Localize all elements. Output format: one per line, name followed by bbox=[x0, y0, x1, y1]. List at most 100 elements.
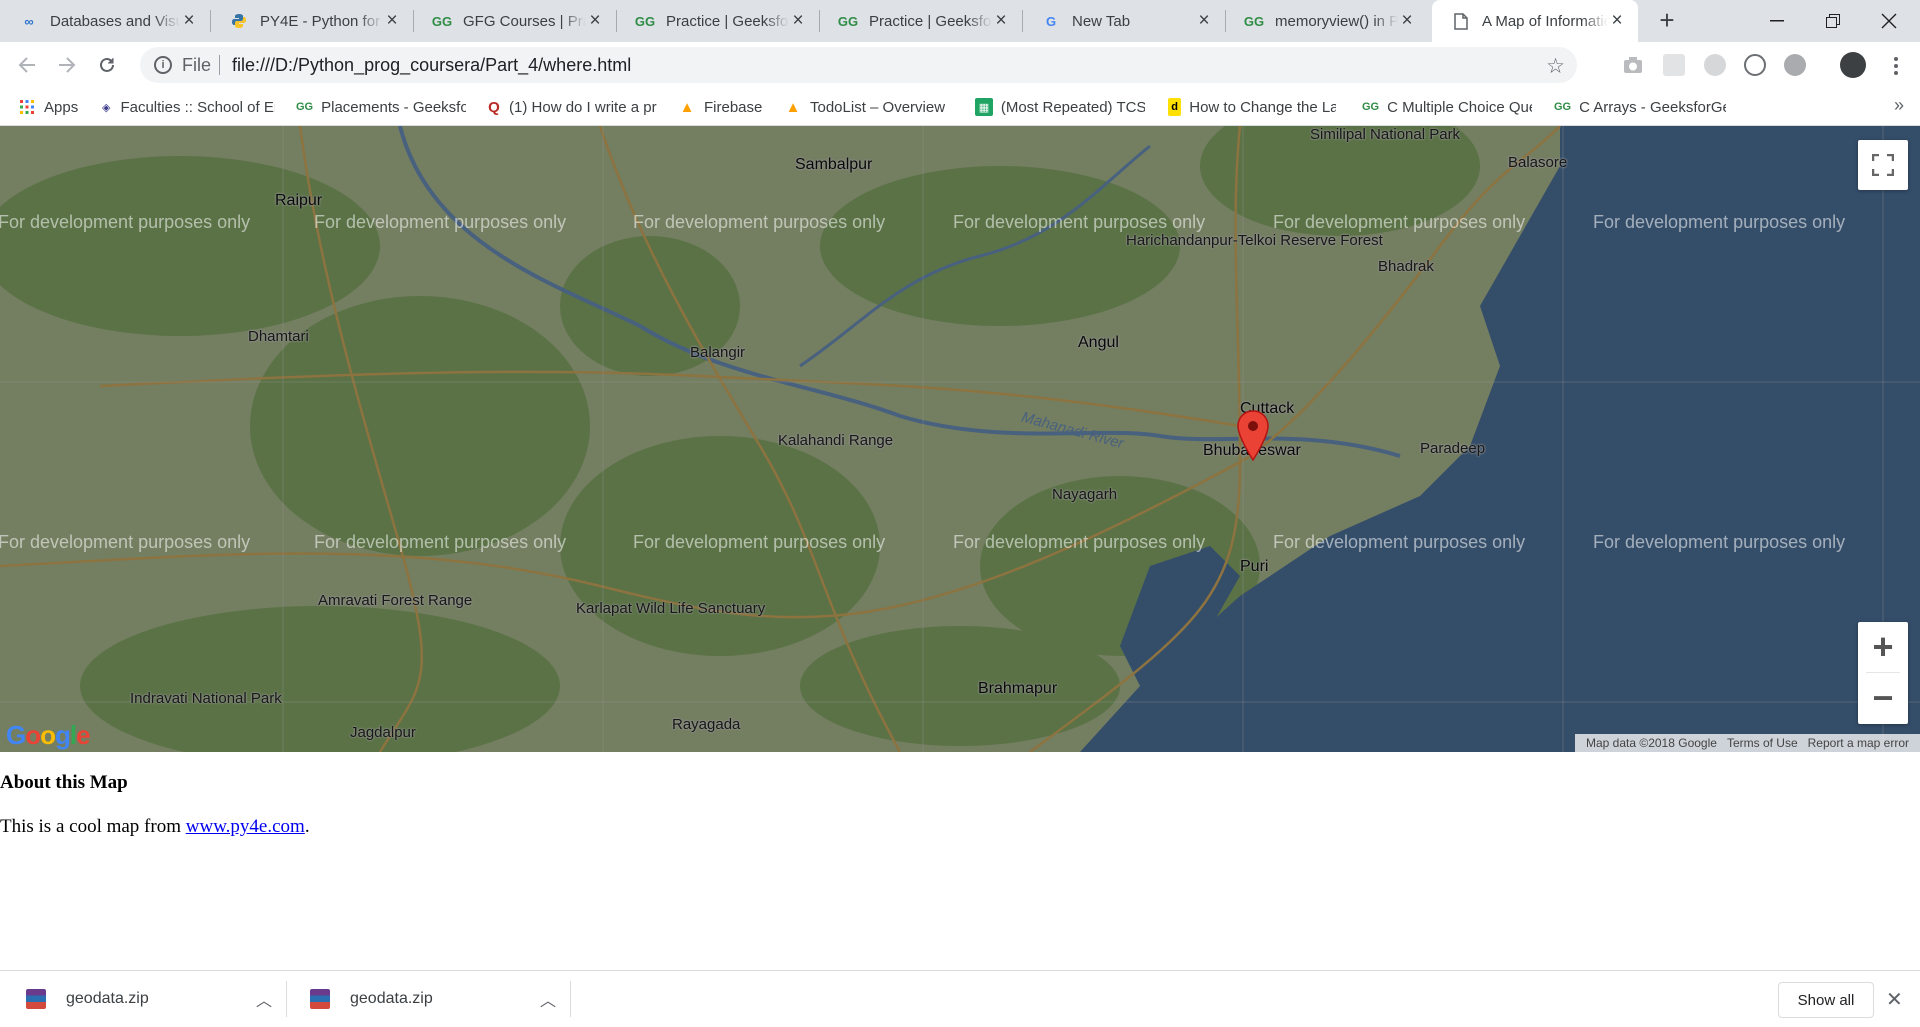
zoom-in-button[interactable]: + bbox=[1858, 622, 1908, 672]
url-text[interactable]: file:///D:/Python_prog_coursera/Part_4/w… bbox=[232, 55, 631, 76]
info-icon[interactable]: i bbox=[154, 56, 172, 74]
scheme-label: File bbox=[182, 54, 212, 75]
report-map-error-link[interactable]: Report a map error bbox=[1808, 736, 1909, 750]
close-icon[interactable]: × bbox=[992, 11, 1010, 30]
bookmark-tcs[interactable]: ▦ (Most Repeated) TCS bbox=[975, 96, 1145, 118]
download-item[interactable]: geodata.zip ︿ bbox=[310, 971, 556, 1027]
extension-icon[interactable] bbox=[1663, 54, 1685, 76]
tab-strip: ∞ Databases and Visualization × PY4E - P… bbox=[0, 0, 1920, 42]
tab-label: Databases and Visualization bbox=[50, 12, 180, 30]
close-icon[interactable]: × bbox=[383, 11, 401, 30]
bookmark-faculties[interactable]: ◈ Faculties :: School of Engineering bbox=[100, 96, 275, 118]
zoom-out-button[interactable]: − bbox=[1858, 673, 1908, 723]
google-logo[interactable]: Google bbox=[6, 720, 91, 751]
camera-extension-icon[interactable] bbox=[1622, 54, 1644, 76]
toolbar: i File file:///D:/Python_prog_coursera/P… bbox=[0, 42, 1920, 88]
bookmark-c-arrays[interactable]: GG C Arrays - GeeksforGeeks bbox=[1554, 96, 1726, 118]
back-button[interactable] bbox=[12, 50, 42, 80]
chevron-double-right-icon[interactable]: » bbox=[1894, 95, 1904, 116]
quora-icon: Q bbox=[488, 98, 500, 116]
bookmark-label: C Multiple Choice Questions bbox=[1387, 98, 1532, 116]
dev-watermark: For development purposes only bbox=[953, 212, 1206, 232]
chevron-up-icon[interactable]: ︿ bbox=[256, 987, 272, 1011]
menu-icon[interactable] bbox=[1886, 52, 1906, 80]
bookmark-label: C Arrays - GeeksforGeeks bbox=[1579, 98, 1726, 116]
show-all-button[interactable]: Show all bbox=[1778, 982, 1874, 1018]
download-filename: geodata.zip bbox=[350, 990, 433, 1007]
close-icon[interactable]: ✕ bbox=[1886, 987, 1903, 1012]
dev-watermark: For development purposes only bbox=[1273, 212, 1526, 232]
tab-label: New Tab bbox=[1072, 12, 1131, 30]
bookmark-star-icon[interactable]: ☆ bbox=[1546, 54, 1565, 79]
bookmark-label: Placements - GeeksforGeeks bbox=[321, 98, 466, 116]
about-text: This is a cool map from www.py4e.com. bbox=[0, 816, 310, 837]
restore-button[interactable] bbox=[1810, 0, 1856, 42]
firebase-icon: ▲ bbox=[679, 98, 695, 116]
tab-label: Practice | GeeksforGeeks bbox=[869, 12, 992, 30]
arrow-left-icon bbox=[18, 57, 35, 73]
forward-button[interactable] bbox=[52, 50, 82, 80]
apps-grid-icon bbox=[18, 98, 36, 116]
school-icon: ◈ bbox=[101, 101, 111, 114]
tab-label: Practice | GeeksforGeeks bbox=[666, 12, 789, 30]
close-icon[interactable]: × bbox=[586, 11, 604, 30]
bookmark-label: (Most Repeated) TCS bbox=[1000, 98, 1145, 116]
download-shelf: geodata.zip ︿ geodata.zip ︿ Show all ✕ bbox=[0, 970, 1920, 1026]
gfg-icon: GG bbox=[634, 13, 656, 29]
extension-icon[interactable] bbox=[1744, 54, 1766, 76]
bookmark-label: Faculties :: School of Engineering bbox=[120, 98, 275, 116]
gfg-icon: GG bbox=[1362, 101, 1380, 113]
reload-icon bbox=[100, 57, 114, 72]
zoom-control: + − bbox=[1858, 622, 1908, 724]
bookmark-label: How to Change the Language bbox=[1189, 98, 1336, 116]
bookmark-c-mcq[interactable]: GG C Multiple Choice Questions bbox=[1362, 96, 1532, 118]
address-bar[interactable]: i File file:///D:/Python_prog_coursera/P… bbox=[140, 47, 1577, 83]
dev-watermark: For development purposes only bbox=[0, 532, 251, 552]
avatar[interactable] bbox=[1840, 52, 1866, 78]
tab-label: A Map of Information bbox=[1482, 12, 1608, 30]
bookmark-apps[interactable]: Apps bbox=[18, 96, 78, 118]
map-marker-icon[interactable] bbox=[1236, 410, 1270, 464]
gfg-icon: GG bbox=[1554, 101, 1572, 113]
close-icon[interactable]: × bbox=[1195, 11, 1213, 30]
tab-new-tab[interactable]: G New Tab × bbox=[1022, 0, 1225, 42]
bookmark-quora[interactable]: Q (1) How do I write a program bbox=[487, 96, 657, 118]
download-item[interactable]: geodata.zip ︿ bbox=[26, 971, 272, 1027]
bookmark-todolist[interactable]: ▲ TodoList – Overview bbox=[784, 96, 954, 118]
map-attribution: Map data ©2018 Google Terms of Use Repor… bbox=[1575, 734, 1920, 752]
dev-watermark: For development purposes only bbox=[1593, 212, 1846, 232]
tab-practice-1[interactable]: GG Practice | GeeksforGeeks × bbox=[616, 0, 819, 42]
fullscreen-button[interactable] bbox=[1858, 140, 1908, 190]
tab-label: memoryview() in Python bbox=[1275, 12, 1398, 30]
close-icon[interactable]: × bbox=[1608, 11, 1626, 30]
close-icon[interactable]: × bbox=[1398, 11, 1416, 30]
reload-button[interactable] bbox=[92, 50, 122, 80]
py4e-link[interactable]: www.py4e.com bbox=[186, 816, 305, 837]
dev-watermark: For development purposes only bbox=[1273, 532, 1526, 552]
tab-memoryview[interactable]: GG memoryview() in Python × bbox=[1225, 0, 1428, 42]
bookmark-placements[interactable]: GG Placements - GeeksforGeeks bbox=[296, 96, 466, 118]
extension-icon[interactable] bbox=[1704, 54, 1726, 76]
map-container[interactable]: Sambalpur Raipur Angul Cuttack Bhubanesw… bbox=[0, 126, 1920, 752]
terms-of-use-link[interactable]: Terms of Use bbox=[1727, 736, 1798, 750]
zip-file-icon bbox=[310, 989, 330, 1009]
tab-map-active[interactable]: A Map of Information × bbox=[1432, 0, 1638, 42]
arrow-right-icon bbox=[59, 57, 76, 73]
tab-py4e[interactable]: PY4E - Python for Everybody × bbox=[210, 0, 413, 42]
chevron-up-icon[interactable]: ︿ bbox=[540, 987, 556, 1011]
download-filename: geodata.zip bbox=[66, 990, 149, 1007]
close-icon[interactable]: × bbox=[180, 11, 198, 30]
bookmark-firebase[interactable]: ▲ Firebase bbox=[678, 96, 763, 118]
google-icon: G bbox=[1045, 13, 1057, 29]
bookmark-label: Firebase bbox=[704, 98, 763, 116]
extension-icon[interactable] bbox=[1784, 54, 1806, 76]
close-icon[interactable]: × bbox=[789, 11, 807, 30]
tab-databases[interactable]: ∞ Databases and Visualization × bbox=[0, 0, 210, 42]
coursera-icon: ∞ bbox=[24, 13, 34, 29]
tab-practice-2[interactable]: GG Practice | GeeksforGeeks × bbox=[819, 0, 1022, 42]
new-tab-button[interactable]: + bbox=[1652, 6, 1682, 36]
close-window-button[interactable] bbox=[1866, 0, 1912, 42]
tab-gfg-courses[interactable]: GG GFG Courses | Practice × bbox=[413, 0, 616, 42]
bookmark-language[interactable]: d How to Change the Language bbox=[1168, 96, 1336, 118]
minimize-button[interactable] bbox=[1754, 0, 1800, 42]
